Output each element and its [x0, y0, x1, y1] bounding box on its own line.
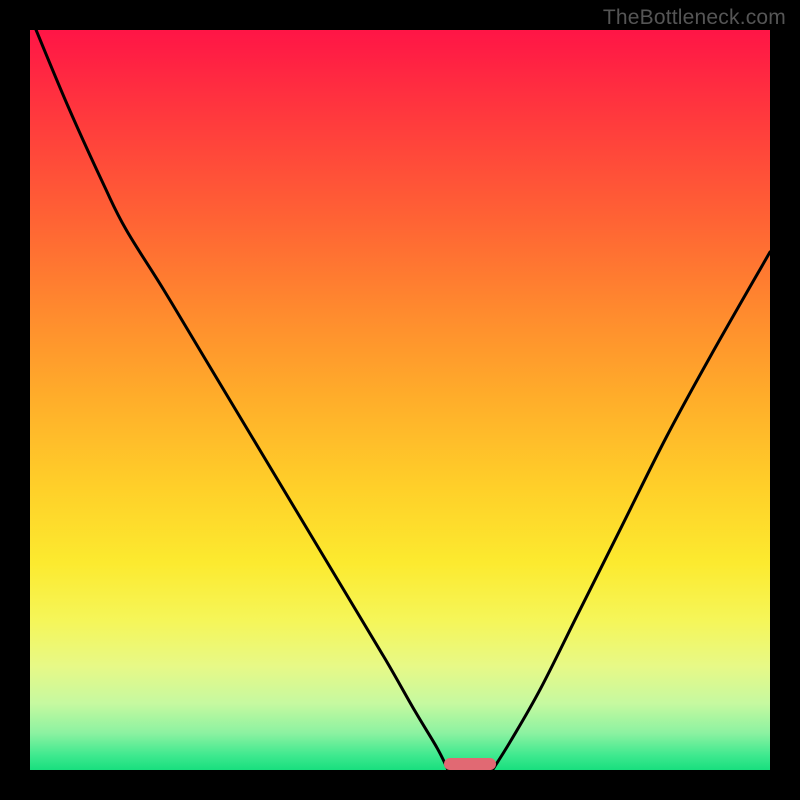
- watermark-text: TheBottleneck.com: [603, 6, 786, 30]
- curve-left-branch: [30, 30, 448, 770]
- chart-frame: TheBottleneck.com: [0, 0, 800, 800]
- bottleneck-curve: [30, 30, 770, 770]
- optimal-marker: [444, 758, 496, 770]
- curve-right-branch: [493, 252, 771, 770]
- plot-area: [30, 30, 770, 770]
